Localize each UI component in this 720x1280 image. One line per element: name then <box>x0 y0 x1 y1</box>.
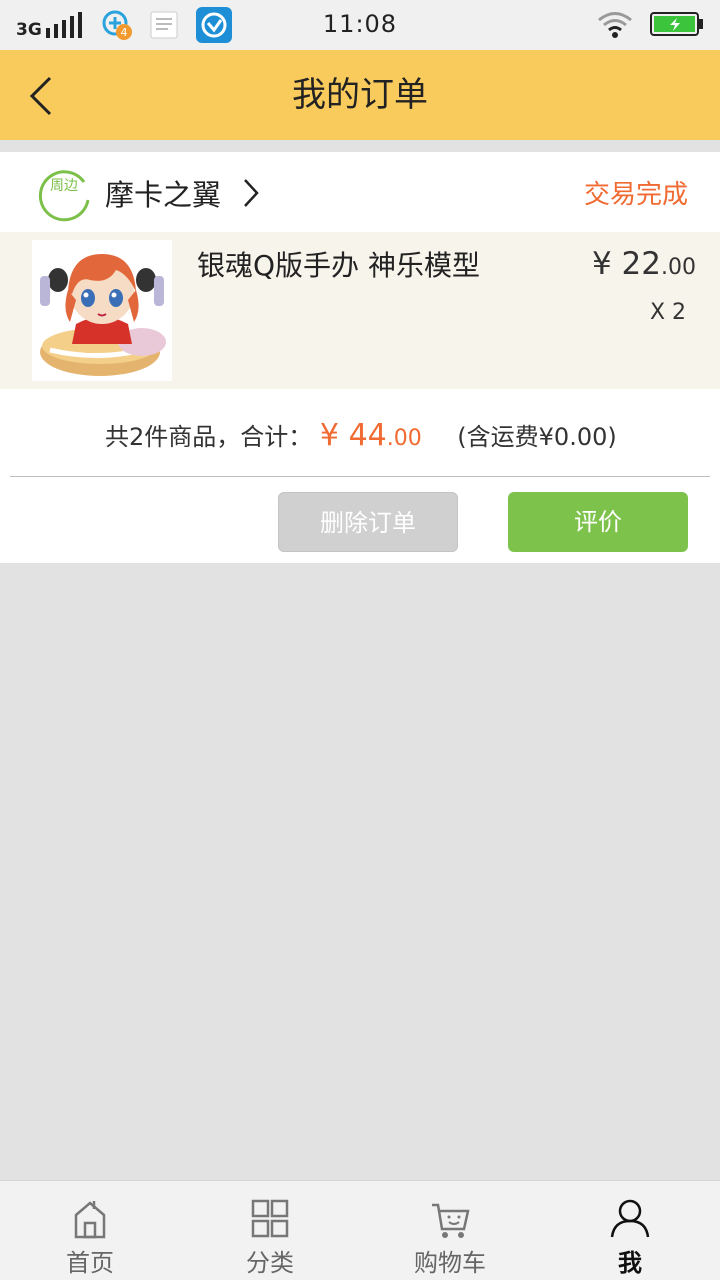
network-type: 3G <box>16 20 42 40</box>
summary-count: 共2件商品，合计： <box>105 423 313 451</box>
summary-line: 共2件商品，合计： ¥ 44.00 (含运费¥0.00) <box>105 417 617 453</box>
price-currency: ¥ <box>591 246 612 282</box>
battery-icon <box>650 12 703 36</box>
store-name[interactable]: 摩卡之翼 <box>105 172 221 214</box>
page-title: 我的订单 <box>292 75 428 115</box>
status-bar: 3G 4 11:08 <box>0 0 720 50</box>
nav-item-me[interactable]: 我 <box>540 1181 720 1280</box>
product-row[interactable]: 银魂Q版手办 神乐模型 ¥ 22.00 X 2 <box>0 232 720 389</box>
nav-item-cart[interactable]: 购物车 <box>360 1181 540 1280</box>
summary-total: ¥ 44.00 <box>320 418 431 453</box>
notification-plus-icon: 4 <box>102 10 132 40</box>
grid-icon <box>251 1199 289 1238</box>
cart-icon <box>432 1203 470 1238</box>
nav-label-cart: 购物车 <box>414 1249 486 1277</box>
nav-item-category[interactable]: 分类 <box>180 1181 360 1280</box>
nav-label-category: 分类 <box>246 1249 294 1277</box>
product-name[interactable]: 银魂Q版手办 神乐模型 <box>197 244 480 284</box>
total-cents: .00 <box>386 426 422 451</box>
bottom-nav: 首页 分类 购物车 我 <box>0 1180 720 1280</box>
delete-order-button[interactable]: 删除订单 <box>278 492 458 552</box>
store-row[interactable]: 周边 摩卡之翼 交易完成 <box>0 152 720 232</box>
app-header: 我的订单 <box>0 50 720 140</box>
nav-label-home: 首页 <box>66 1249 114 1277</box>
price-main: 22 <box>621 246 661 282</box>
order-card: 周边 摩卡之翼 交易完成 银魂Q版手办 神乐模型 ¥ 22.00 X 2 共2件… <box>0 152 720 563</box>
product-price: ¥ 22.00 <box>592 246 696 282</box>
store-badge: 周边 <box>36 168 92 224</box>
back-button[interactable] <box>20 66 70 126</box>
nav-label-me: 我 <box>618 1249 642 1277</box>
summary-shipping: (含运费¥0.00) <box>457 423 617 451</box>
product-quantity: X 2 <box>649 300 686 325</box>
order-summary: 共2件商品，合计： ¥ 44.00 (含运费¥0.00) <box>0 389 720 477</box>
app-check-icon <box>196 7 232 43</box>
nav-item-home[interactable]: 首页 <box>0 1181 180 1280</box>
chevron-right-icon <box>244 179 259 207</box>
order-status: 交易完成 <box>583 180 688 210</box>
store-badge-text: 周边 <box>36 177 92 195</box>
store-badge-label: 周边 <box>50 178 78 194</box>
home-icon <box>74 1201 106 1239</box>
divider <box>10 476 710 477</box>
total-currency: ¥ <box>319 418 340 453</box>
document-icon <box>150 11 178 39</box>
review-button[interactable]: 评价 <box>508 492 688 552</box>
wifi-icon <box>598 12 632 38</box>
price-cents: .00 <box>661 255 696 280</box>
signal-icon <box>46 12 82 38</box>
product-image[interactable] <box>32 240 172 381</box>
notification-count: 4 <box>121 26 128 39</box>
person-icon <box>610 1199 650 1238</box>
spacer <box>0 140 720 152</box>
total-main: 44 <box>348 418 387 453</box>
clock: 11:08 <box>322 10 398 38</box>
